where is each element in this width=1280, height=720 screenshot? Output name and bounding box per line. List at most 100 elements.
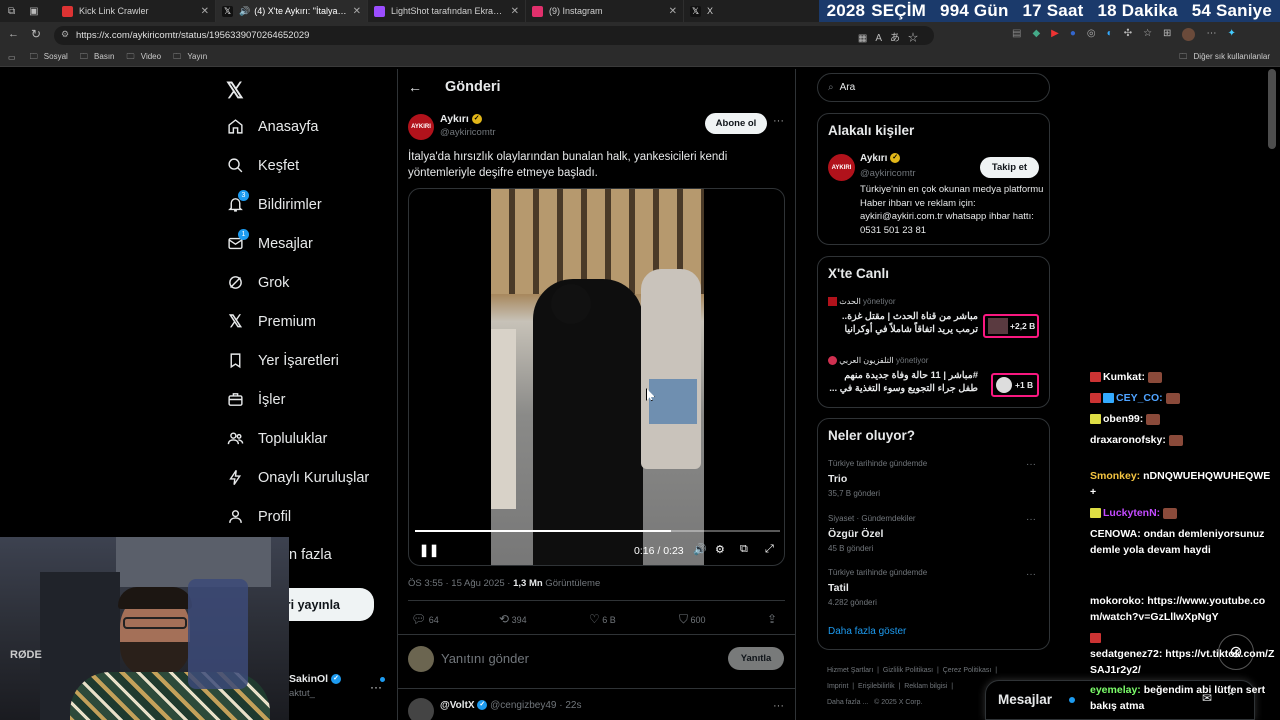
reply-author-row[interactable]: @VoltX ✓ @cengizbey49 · 22s: [440, 700, 581, 711]
bookmark-folder-sosyal[interactable]: 🗀 Sosyal: [30, 51, 68, 65]
profile-avatar[interactable]: [1182, 28, 1196, 41]
volume-icon[interactable]: 🔊: [693, 543, 707, 556]
author-name-row[interactable]: Aykırı ✓: [440, 113, 482, 125]
tab-x-post[interactable]: 𝕏 🔊 (4) X'te Aykırı: "İtalya'da hırsı ✕: [216, 0, 368, 22]
reply-action[interactable]: 💬︎ 64: [411, 612, 499, 627]
extension-icon[interactable]: ▤: [1012, 28, 1021, 41]
trend-item[interactable]: Siyaset · Gündemdekiler Özgür Özel 45 B gö…: [828, 514, 916, 553]
refresh-icon[interactable]: ↻: [31, 27, 41, 41]
bookmark-folder-video[interactable]: 🗀 Video: [127, 51, 162, 65]
footer-link[interactable]: Erişilebilirlik: [858, 683, 895, 690]
video-settings-icon[interactable]: ⚙: [715, 543, 725, 556]
bookmark-folder-yayin[interactable]: 🗀 Yayın: [173, 51, 207, 65]
tab-kick-link-crawler[interactable]: Kick Link Crawler ✕: [56, 0, 216, 22]
tab-close-icon[interactable]: ✕: [511, 6, 519, 17]
back-icon[interactable]: ←: [8, 28, 19, 40]
youtube-extension-icon[interactable]: ▶: [1051, 28, 1059, 41]
speaker-icon[interactable]: 🔊: [239, 6, 250, 17]
collections-icon[interactable]: ⊞: [1163, 28, 1171, 41]
related-handle[interactable]: @aykiricomtr: [860, 168, 916, 179]
footer-link[interactable]: Imprint: [827, 683, 848, 690]
bookmark-folder-basin[interactable]: 🗀 Basın: [80, 51, 115, 65]
sidebar-item-notifications[interactable]: 3 Bildirimler: [227, 190, 322, 213]
copilot-icon[interactable]: ✦: [1227, 28, 1235, 41]
tab-lightshot[interactable]: LightShot tarafından Ekran Görün ✕: [368, 0, 526, 22]
sidebar-item-premium[interactable]: 𝕏 Premium: [227, 312, 316, 331]
tab-actions-icon[interactable]: ▣: [29, 6, 38, 17]
related-name-row[interactable]: Aykırı ✓: [860, 153, 901, 164]
reply-button[interactable]: Yanıtla: [728, 647, 784, 670]
x-home-logo-icon[interactable]: 𝕏: [226, 78, 244, 104]
sidebar-item-bookmarks[interactable]: Yer İşaretleri: [227, 352, 339, 369]
show-more-link[interactable]: Daha fazla göster: [828, 626, 906, 637]
sidebar-item-grok[interactable]: Grok: [227, 274, 289, 291]
window-controls[interactable]: ⧉ ▣: [0, 6, 56, 17]
video-player[interactable]: ❚❚ 0:16 / 0:23 🔊 ⚙ ⧉ ⤢: [408, 188, 785, 566]
search-input[interactable]: ⌕ Ara: [817, 73, 1050, 102]
chat-emote-icon: [1146, 413, 1161, 425]
sidebar-item-explore[interactable]: Keşfet: [227, 157, 299, 174]
fullscreen-icon[interactable]: ⤢: [765, 543, 774, 556]
edge-icon[interactable]: ◐: [1107, 28, 1113, 41]
chat-user: draxaronofsky:: [1090, 434, 1166, 446]
author-handle[interactable]: @aykiricomtr: [440, 127, 496, 138]
related-avatar[interactable]: AYKIRI: [828, 154, 855, 181]
footer-link[interactable]: Reklam bilgisi: [904, 683, 947, 690]
footer-link[interactable]: Gizlilik Politikası: [883, 667, 933, 674]
footer-link[interactable]: Hizmet Şartları: [827, 667, 873, 674]
tab-close-icon[interactable]: ✕: [669, 6, 677, 17]
sidebar-item-home[interactable]: Anasayfa: [227, 118, 318, 135]
tab-x[interactable]: 𝕏X: [684, 0, 784, 22]
sidebar-item-jobs[interactable]: İşler: [227, 391, 285, 408]
like-action[interactable]: ♡ 6 B: [589, 612, 679, 627]
extension-icon[interactable]: ◎: [1087, 28, 1096, 41]
live-item[interactable]: الحدث yönetiyor مباشر من قناة الحدث | مق…: [828, 297, 978, 336]
account-menu-icon[interactable]: ···: [370, 680, 382, 694]
subscribe-button[interactable]: Abone ol: [705, 113, 767, 134]
url-field[interactable]: ⚙ https://x.com/aykiricomtr/status/19563…: [54, 26, 934, 45]
live-listeners[interactable]: +2,2 B: [983, 314, 1039, 338]
share-icon[interactable]: ⇪: [767, 612, 777, 627]
picture-in-picture-icon[interactable]: ⧉: [740, 543, 748, 556]
tab-close-icon[interactable]: ✕: [353, 6, 361, 17]
reply-author-avatar[interactable]: [408, 698, 434, 720]
other-bookmarks[interactable]: 🗀 Diğer sık kullanılanlar: [1179, 51, 1270, 65]
sidebar-item-verified-orgs[interactable]: Onaylı Kuruluşlar: [227, 469, 369, 486]
reading-list-icon[interactable]: ▭: [8, 53, 16, 62]
bookmark-action[interactable]: ⛉ 600: [679, 612, 767, 627]
repost-action[interactable]: ⟲ 394: [499, 612, 589, 627]
scrollbar-thumb[interactable]: [1268, 69, 1276, 149]
favorites-icon[interactable]: ☆: [1143, 28, 1152, 41]
trend-item[interactable]: Türkiye tarihinde gündemde Tatil 4.282 gön…: [828, 568, 927, 607]
tab-instagram[interactable]: (9) Instagram ✕: [526, 0, 684, 22]
menu-icon[interactable]: ⋯: [1206, 28, 1216, 41]
pause-icon[interactable]: ❚❚: [419, 543, 439, 557]
sidebar-item-communities[interactable]: Topluluklar: [227, 430, 327, 447]
reply-input[interactable]: Yanıtını gönder: [441, 651, 529, 666]
follow-button[interactable]: Takip et: [980, 157, 1039, 178]
extension-icon[interactable]: ●: [1070, 28, 1076, 41]
reply-more-icon[interactable]: ···: [773, 700, 784, 712]
footer-link[interactable]: Çerez Politikası: [943, 667, 992, 674]
tab-close-icon[interactable]: ✕: [201, 6, 209, 17]
post-more-icon[interactable]: ···: [773, 115, 784, 127]
sidebar-item-profile[interactable]: Profil: [227, 508, 291, 525]
live-item[interactable]: التلفزيون العربي yönetiyor #مباشر | 11 ح…: [828, 356, 978, 395]
workspaces-icon[interactable]: ⧉: [8, 6, 15, 17]
trend-more-icon[interactable]: ···: [1026, 514, 1036, 525]
site-info-icon[interactable]: ⚙: [61, 29, 69, 40]
trend-item[interactable]: Türkiye tarihinde gündemde Trio 35,7 B gön…: [828, 459, 927, 498]
footer-link[interactable]: Daha fazla ...: [827, 699, 868, 706]
trend-more-icon[interactable]: ···: [1026, 569, 1036, 580]
trend-more-icon[interactable]: ···: [1026, 459, 1036, 470]
extension-icon[interactable]: ◆: [1032, 28, 1040, 41]
sidebar-item-messages[interactable]: 1 Mesajlar: [227, 229, 313, 252]
author-avatar[interactable]: AYKIRI: [408, 114, 434, 140]
account-switcher[interactable]: SakinOl ✓: [289, 673, 342, 685]
back-arrow-icon[interactable]: ←: [408, 79, 422, 95]
address-bar-actions[interactable]: ▦Aあ☆: [858, 29, 926, 44]
sidebar-item-more[interactable]: n fazla: [289, 547, 332, 563]
puzzle-icon[interactable]: ✣: [1124, 28, 1132, 41]
video-progress-track[interactable]: [415, 530, 780, 532]
live-listeners[interactable]: +1 B: [991, 373, 1039, 397]
